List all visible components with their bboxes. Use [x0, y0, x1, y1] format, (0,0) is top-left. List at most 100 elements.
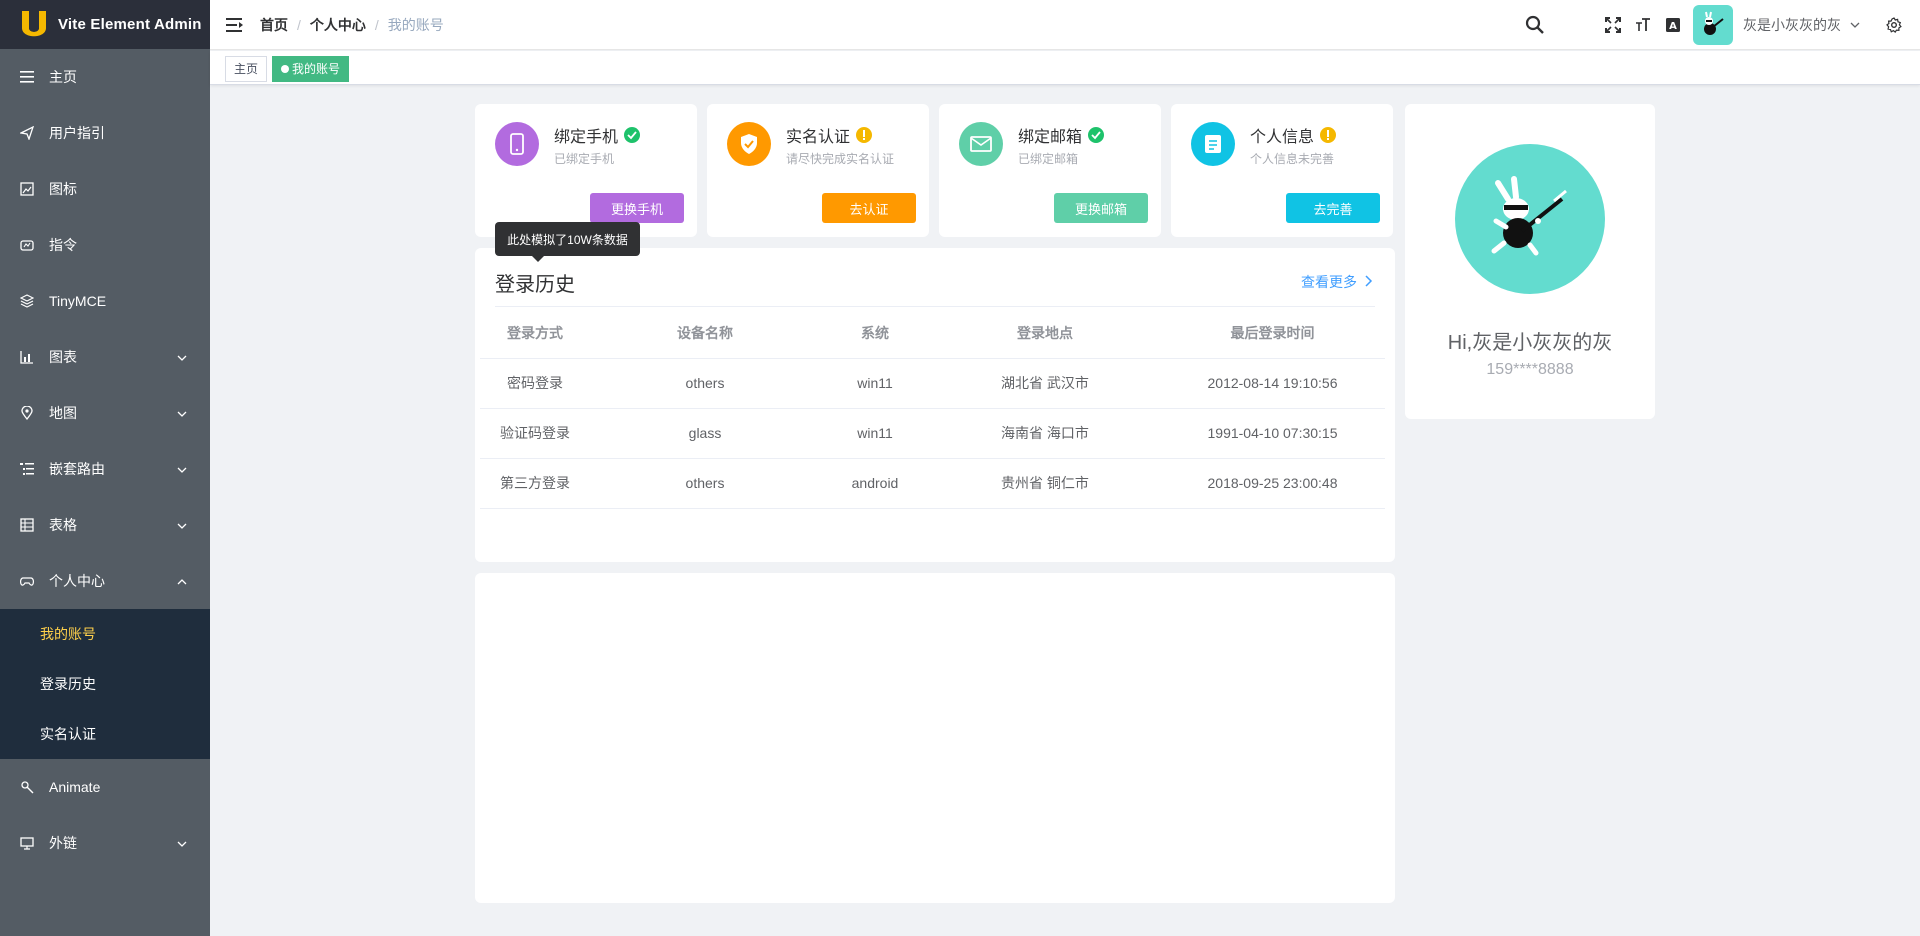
column-header: 登录方式: [480, 308, 590, 359]
sidebar-item-nested[interactable]: 嵌套路由: [0, 441, 210, 497]
phone-icon: [495, 122, 539, 166]
gamepad-icon: [20, 574, 34, 588]
logo[interactable]: Vite Element Admin: [0, 0, 210, 49]
font-size-icon[interactable]: [1635, 17, 1651, 33]
sidebar-item-charts[interactable]: 图表: [0, 329, 210, 385]
check-circle-icon: [624, 127, 641, 143]
login-history-card: 登录历史 查看更多 登录方式 设备名称 系统 登录地点 最后登录时间 密码登录 …: [475, 248, 1395, 562]
card-bind-phone: 绑定手机 已绑定手机 更换手机: [475, 104, 697, 237]
breadcrumb-current: 我的账号: [387, 16, 444, 33]
submenu-item-login-history[interactable]: 登录历史: [0, 659, 210, 709]
sidebar-item-label: 指令: [49, 237, 77, 253]
avatar[interactable]: [1693, 5, 1733, 45]
directive-icon: [20, 238, 34, 252]
paper-plane-icon: [20, 126, 34, 140]
sidebar-item-label: TinyMCE: [49, 293, 107, 309]
chevron-right-icon: [1357, 274, 1373, 290]
card-personal-info: 个人信息 个人信息未完善 去完善: [1171, 104, 1393, 237]
tag-my-account[interactable]: 我的账号: [272, 56, 350, 82]
gear-icon[interactable]: [1886, 17, 1902, 33]
chevron-down-icon[interactable]: [1850, 20, 1860, 30]
language-icon[interactable]: A: [1665, 17, 1681, 33]
sidebar-item-personal[interactable]: 个人中心: [0, 553, 210, 609]
table-header-row: 登录方式 设备名称 系统 登录地点 最后登录时间: [480, 308, 1385, 359]
card-real-name: 实名认证 请尽快完成实名认证 去认证: [707, 104, 929, 237]
sidebar-item-label: 表格: [49, 517, 77, 533]
card-title: 实名认证: [786, 129, 851, 146]
list-icon: [20, 70, 34, 84]
column-header: 最后登录时间: [1160, 308, 1385, 359]
table-row: 第三方登录 others android 贵州省 铜仁市 2018-09-25 …: [480, 458, 1385, 509]
chart-icon: [20, 350, 34, 364]
card-title: 绑定手机: [554, 129, 619, 146]
submenu-item-verification[interactable]: 实名认证: [0, 709, 210, 759]
submenu-item-my-account[interactable]: 我的账号: [0, 609, 210, 659]
chevron-down-icon: [176, 837, 188, 849]
personal-submenu: 我的账号 登录历史 实名认证: [0, 609, 210, 759]
sidebar-item-label: 个人中心: [49, 573, 105, 589]
verify-button[interactable]: 去认证: [822, 193, 916, 223]
table-row: 验证码登录 glass win11 海南省 海口市 1991-04-10 07:…: [480, 408, 1385, 459]
sidebar-item-label: 外链: [49, 835, 77, 851]
sidebar-item-animate[interactable]: Animate: [0, 759, 210, 815]
sidebar-menu: 主页 用户指引 图标 指令 TinyMCE 图表 地图 嵌套路由 表格 个人中心: [0, 49, 210, 609]
sidebar-item-label: 地图: [49, 405, 77, 421]
breadcrumb: 首页 / 个人中心 / 我的账号: [260, 15, 444, 35]
card-subtitle: 已绑定邮箱: [1018, 152, 1079, 166]
breadcrumb-personal-center[interactable]: 个人中心: [310, 15, 366, 35]
sidebar: Vite Element Admin 主页 用户指引 图标 指令 TinyMCE…: [0, 0, 210, 936]
tooltip: 此处模拟了10W条数据: [495, 222, 640, 262]
fullscreen-icon[interactable]: [1605, 17, 1621, 33]
check-circle-icon: [1088, 127, 1105, 143]
app-title: Vite Element Admin: [58, 16, 202, 33]
sidebar-item-table[interactable]: 表格: [0, 497, 210, 553]
header-actions: A 灰是小灰灰的灰: [1525, 0, 1920, 50]
card-subtitle: 已绑定手机: [554, 152, 615, 166]
picture-icon: [20, 182, 34, 196]
sidebar-item-guide[interactable]: 用户指引: [0, 105, 210, 161]
sidebar-item-home[interactable]: 主页: [0, 49, 210, 105]
search-icon[interactable]: [1525, 15, 1545, 35]
sidebar-toggle-icon[interactable]: [226, 17, 244, 33]
svg-text:A: A: [1669, 21, 1677, 32]
chevron-down-icon: [176, 407, 188, 419]
view-more-link[interactable]: 查看更多: [1301, 272, 1373, 292]
layers-icon: [20, 294, 34, 308]
nested-list-icon: [20, 462, 34, 476]
mail-icon: [959, 122, 1003, 166]
document-icon: [1191, 122, 1235, 166]
complete-info-button[interactable]: 去完善: [1286, 193, 1380, 223]
column-header: 设备名称: [590, 308, 820, 359]
sidebar-item-directive[interactable]: 指令: [0, 217, 210, 273]
warning-circle-icon: [1320, 127, 1337, 143]
user-name[interactable]: 灰是小灰灰的灰: [1743, 15, 1841, 35]
monitor-icon: [20, 836, 34, 850]
sidebar-item-map[interactable]: 地图: [0, 385, 210, 441]
chevron-down-icon: [176, 463, 188, 475]
tag-home[interactable]: 主页: [225, 56, 268, 82]
empty-panel: [475, 573, 1395, 903]
sidebar-menu-bottom: Animate 外链: [0, 759, 210, 871]
sidebar-item-tinymce[interactable]: TinyMCE: [0, 273, 210, 329]
profile-card: Hi,灰是小灰灰的灰 159****8888: [1405, 104, 1655, 419]
logo-icon: [20, 10, 48, 39]
sidebar-item-label: Animate: [49, 779, 101, 795]
sidebar-item-label: 主页: [49, 69, 77, 85]
masked-phone: 159****8888: [1486, 361, 1574, 378]
card-subtitle: 个人信息未完善: [1250, 152, 1335, 166]
avatar[interactable]: [1455, 144, 1605, 294]
location-icon: [20, 406, 34, 420]
sidebar-item-icons[interactable]: 图标: [0, 161, 210, 217]
magic-icon: [20, 780, 34, 794]
sidebar-item-external[interactable]: 外链: [0, 815, 210, 871]
chevron-down-icon: [176, 351, 188, 363]
change-email-button[interactable]: 更换邮箱: [1054, 193, 1148, 223]
login-history-title: 登录历史: [495, 274, 575, 296]
greeting: Hi,灰是小灰灰的灰: [1447, 332, 1613, 354]
shield-check-icon: [727, 122, 771, 166]
sidebar-item-label: 图表: [49, 349, 77, 365]
change-phone-button[interactable]: 更换手机: [590, 193, 684, 223]
card-bind-email: 绑定邮箱 已绑定邮箱 更换邮箱: [939, 104, 1161, 237]
top-header: 首页 / 个人中心 / 我的账号 A 灰是小灰灰的灰: [210, 0, 1920, 50]
breadcrumb-home[interactable]: 首页: [260, 15, 288, 35]
